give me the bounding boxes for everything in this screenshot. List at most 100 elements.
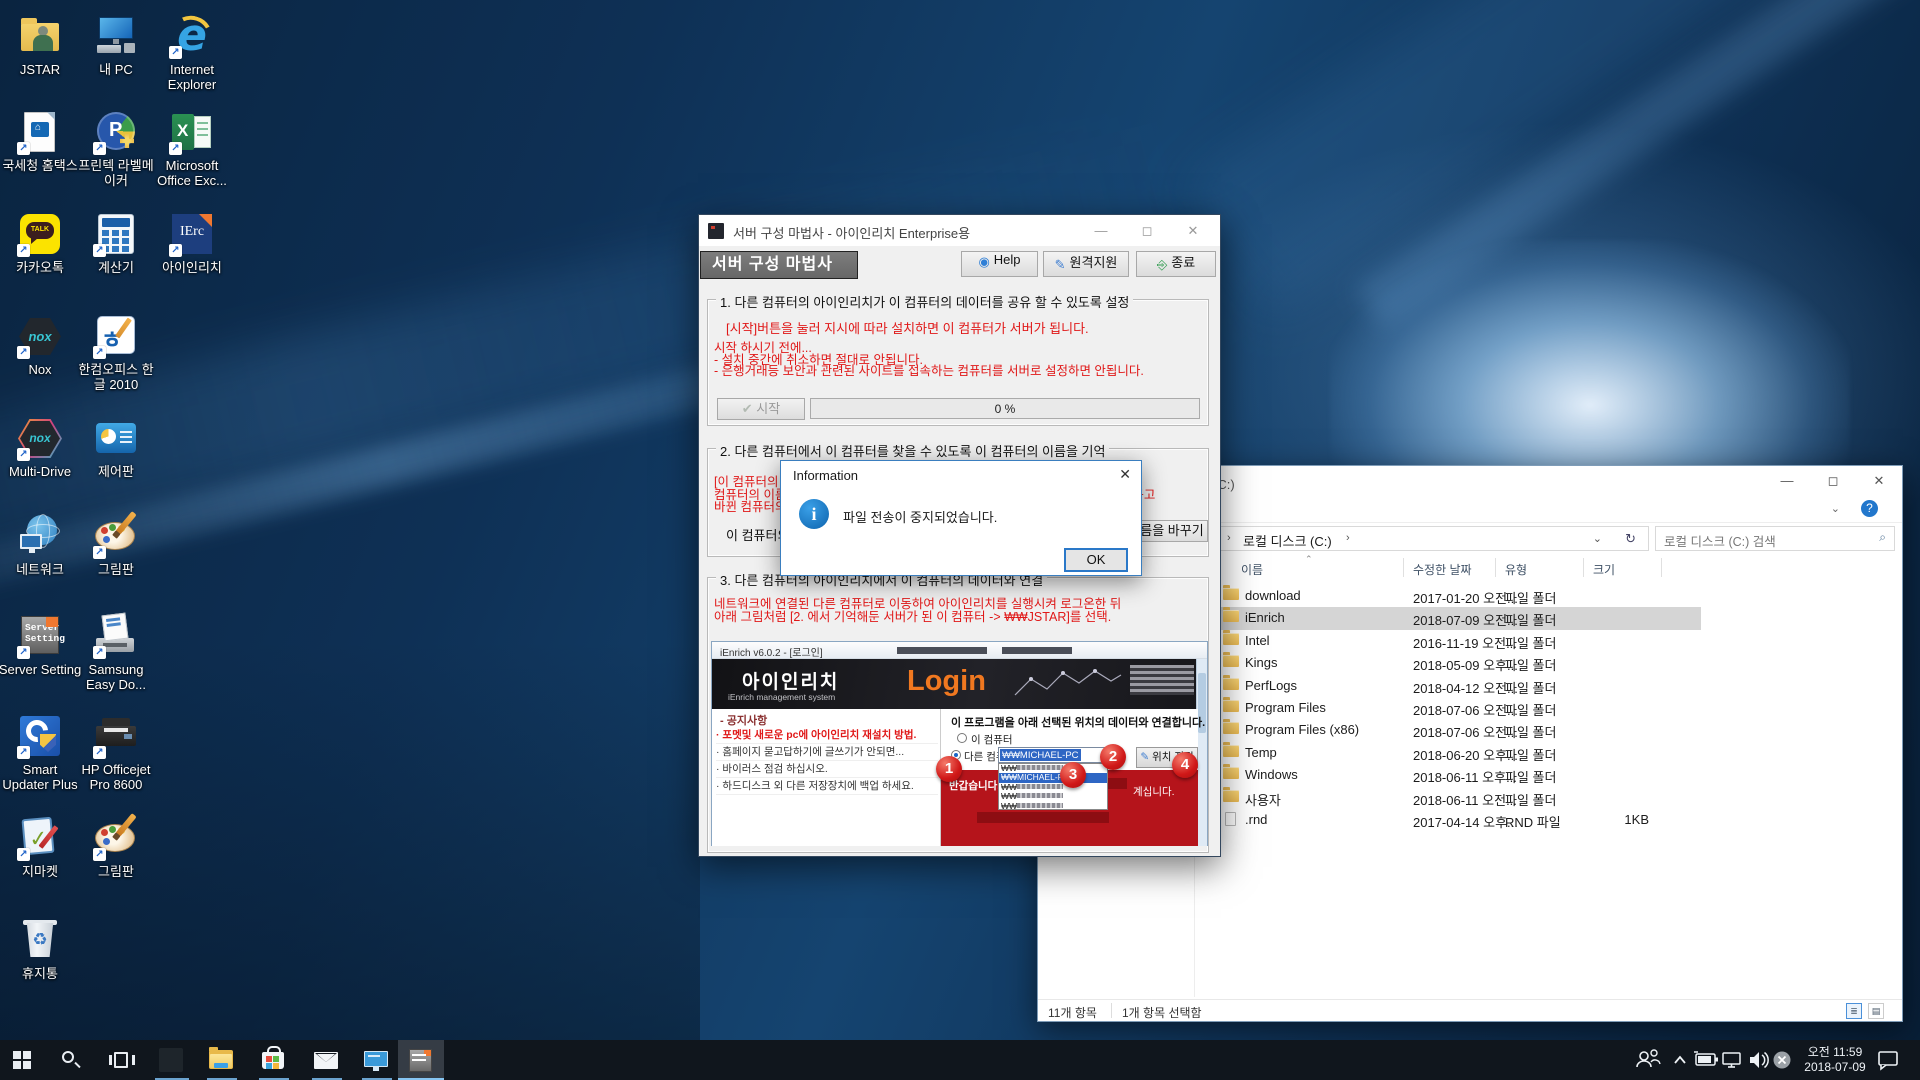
file-row[interactable]: Temp 2018-06-20 오후... 파일 폴더: [1219, 742, 1701, 764]
help-icon[interactable]: ?: [1861, 500, 1878, 517]
check-icon: ✔: [742, 401, 753, 416]
desktop-icon-my-pc[interactable]: 내 PC: [74, 14, 158, 77]
pen-icon: ✎: [1055, 257, 1066, 273]
section-1-warnings: 시작 하시기 전에...- 설치 중간에 취소하면 절대로 안됩니다.- 은행거…: [714, 343, 1144, 378]
file-row[interactable]: iEnrich 2018-07-09 오전... 파일 폴더: [1219, 607, 1701, 629]
taskbar-app-dark[interactable]: [149, 1040, 193, 1080]
samsung-printer-icon: ↗: [94, 614, 138, 658]
desktop-icon-nox[interactable]: nox↗ Nox: [0, 314, 82, 377]
desktop-icon-gmarket[interactable]: ✓↗ 지마켓: [0, 816, 82, 879]
folder-icon: [1223, 790, 1239, 802]
ribbon-expand-icon[interactable]: ⌄: [1831, 502, 1840, 515]
column-header-size[interactable]: 크기: [1593, 561, 1615, 578]
breadcrumb[interactable]: 로컬 디스크 (C:): [1243, 531, 1332, 550]
file-row[interactable]: Program Files 2018-07-06 오전... 파일 폴더: [1219, 697, 1701, 719]
file-row[interactable]: Windows 2018-06-11 오후... 파일 폴더: [1219, 764, 1701, 786]
notice-item: · 바이러스 점검 하십시오.: [716, 761, 938, 778]
tray-volume-icon[interactable]: [1745, 1040, 1771, 1080]
desktop-icon-network[interactable]: 네트워크: [0, 514, 82, 577]
folder-icon: [1225, 812, 1236, 826]
file-row[interactable]: Intel 2016-11-19 오전... 파일 폴더: [1219, 630, 1701, 652]
tray-clock[interactable]: 오전 11:59 2018-07-09: [1797, 1040, 1873, 1080]
column-header-type[interactable]: 유형: [1505, 561, 1527, 578]
address-dropdown-icon[interactable]: ⌄: [1593, 532, 1602, 545]
notice-list: · 포멧및 새로운 pc에 아이인리치 재설치 방법.· 홈페이지 묻고답하기에…: [716, 727, 938, 795]
tray-chevron-icon[interactable]: [1668, 1040, 1692, 1080]
desktop-icon-label: JSTAR: [0, 62, 82, 77]
file-type: 파일 폴더: [1505, 722, 1556, 741]
taskbar-store[interactable]: [251, 1040, 295, 1080]
maximize-button[interactable]: ◻: [1124, 215, 1170, 246]
tray-ime-icon[interactable]: [1769, 1040, 1795, 1080]
action-center-icon[interactable]: [1873, 1040, 1903, 1080]
desktop-icon-calculator[interactable]: ↗ 계산기: [74, 212, 158, 275]
remote-support-button[interactable]: ✎원격지원: [1043, 251, 1129, 277]
close-icon[interactable]: ✕: [1119, 466, 1131, 483]
desktop-icon-samsung-easy[interactable]: ↗ Samsung Easy Do...: [74, 614, 158, 692]
close-button[interactable]: ✕: [1170, 215, 1216, 246]
hp-printer-icon: ↗: [94, 714, 138, 758]
desktop-icon-label: 지마켓: [0, 864, 82, 879]
task-view-button[interactable]: [100, 1040, 144, 1080]
folder-icon: [1223, 722, 1239, 734]
minimize-button[interactable]: —: [1078, 215, 1124, 246]
internet-explorer-icon: e↗: [170, 14, 214, 58]
wizard-header-band: 서버 구성 마법사: [700, 251, 858, 279]
desktop-icon-hancom[interactable]: ㅎ↗ 한컴오피스 한글 2010: [74, 314, 158, 392]
file-row[interactable]: .rnd 2017-04-14 오후... RND 파일 1KB: [1219, 809, 1701, 831]
desktop-icon-control-panel[interactable]: 제어판: [74, 416, 158, 479]
taskbar-mail[interactable]: [304, 1040, 348, 1080]
tray-people-icon[interactable]: [1633, 1040, 1663, 1080]
file-type: 파일 폴더: [1505, 655, 1556, 674]
file-row[interactable]: download 2017-01-20 오전... 파일 폴더: [1219, 585, 1701, 607]
maximize-button[interactable]: ◻: [1810, 466, 1856, 496]
column-header-name[interactable]: 이름: [1241, 561, 1263, 578]
refresh-icon[interactable]: ↻: [1625, 531, 1636, 547]
column-header-date[interactable]: 수정한 날짜: [1413, 561, 1472, 578]
section-1-groupbox: 1. 다른 컴퓨터의 아이인리치가 이 컴퓨터의 데이터를 공유 할 수 있도록…: [707, 299, 1209, 426]
taskbar-server-setting-active[interactable]: [398, 1040, 444, 1080]
desktop-icon-excel[interactable]: ↗ Microsoft Office Exc...: [150, 110, 234, 188]
file-row[interactable]: 사용자 2018-06-11 오전... 파일 폴더: [1219, 787, 1701, 809]
search-icon[interactable]: ⌕: [1879, 530, 1886, 545]
file-row[interactable]: PerfLogs 2018-04-12 오전... 파일 폴더: [1219, 675, 1701, 697]
file-row[interactable]: Program Files (x86) 2018-07-06 오전... 파일 …: [1219, 719, 1701, 741]
file-row[interactable]: Kings 2018-05-09 오후... 파일 폴더: [1219, 652, 1701, 674]
start-button[interactable]: [0, 1040, 44, 1080]
file-date: 2018-06-11 오전...: [1413, 790, 1517, 809]
mini-header: 아이인리치 iEnrich management system Login: [712, 659, 1198, 709]
search-box[interactable]: 로컬 디스크 (C:) 검색 ⌕: [1655, 526, 1895, 551]
paint-icon: ↗: [94, 514, 138, 558]
desktop-icon-paint2[interactable]: ↗ 그림판: [74, 816, 158, 879]
desktop-icon-printec[interactable]: ↗ 프린텍 라벨메이커: [74, 110, 158, 188]
taskbar-file-explorer[interactable]: [199, 1040, 243, 1080]
close-button[interactable]: ✕: [1856, 466, 1902, 496]
start-button[interactable]: ✔ 시작: [717, 398, 805, 420]
desktop-icon-label: 휴지통: [0, 966, 82, 981]
file-type: 파일 폴더: [1505, 700, 1556, 719]
file-date: 2018-05-09 오후...: [1413, 655, 1518, 674]
taskbar-app-blue[interactable]: [354, 1040, 398, 1080]
desktop-icon-internet-explorer[interactable]: e↗ Internet Explorer: [150, 14, 234, 92]
file-name: iEnrich: [1245, 610, 1285, 625]
desktop-icon-kakaotalk[interactable]: TALK↗ 카카오톡: [0, 212, 82, 275]
thumbnail-view-icon[interactable]: ▤: [1868, 1003, 1884, 1019]
help-button[interactable]: ◉Help: [961, 251, 1038, 277]
desktop-icon-smart-updater[interactable]: ↗ Smart Updater Plus: [0, 714, 82, 792]
exit-button[interactable]: ⎆종료: [1136, 251, 1216, 277]
desktop-icon-jstar[interactable]: JSTAR: [0, 14, 82, 77]
details-view-icon[interactable]: ≣: [1846, 1003, 1862, 1019]
minimize-button[interactable]: —: [1764, 466, 1810, 496]
desktop-icon-hometax[interactable]: ↗ 국세청 홈택스: [0, 110, 82, 173]
hancom-icon: ㅎ↗: [94, 314, 138, 358]
desktop-icon-recycle-bin[interactable]: ♻ 휴지통: [0, 918, 82, 981]
desktop-icon-multi-drive[interactable]: nox↗ Multi-Drive: [0, 416, 82, 479]
desktop-icon-server-setting[interactable]: ServerSetting↗ Server Setting: [0, 614, 82, 677]
tray-network-icon[interactable]: [1719, 1040, 1746, 1080]
tray-battery-icon[interactable]: [1692, 1040, 1720, 1080]
ok-button[interactable]: OK: [1064, 548, 1128, 572]
desktop-icon-ienrich[interactable]: IErc↗ 아이인리치: [150, 212, 234, 275]
desktop-icon-paint[interactable]: ↗ 그림판: [74, 514, 158, 577]
desktop-icon-hp-officejet[interactable]: ↗ HP Officejet Pro 8600: [74, 714, 158, 792]
search-button[interactable]: [48, 1040, 92, 1080]
